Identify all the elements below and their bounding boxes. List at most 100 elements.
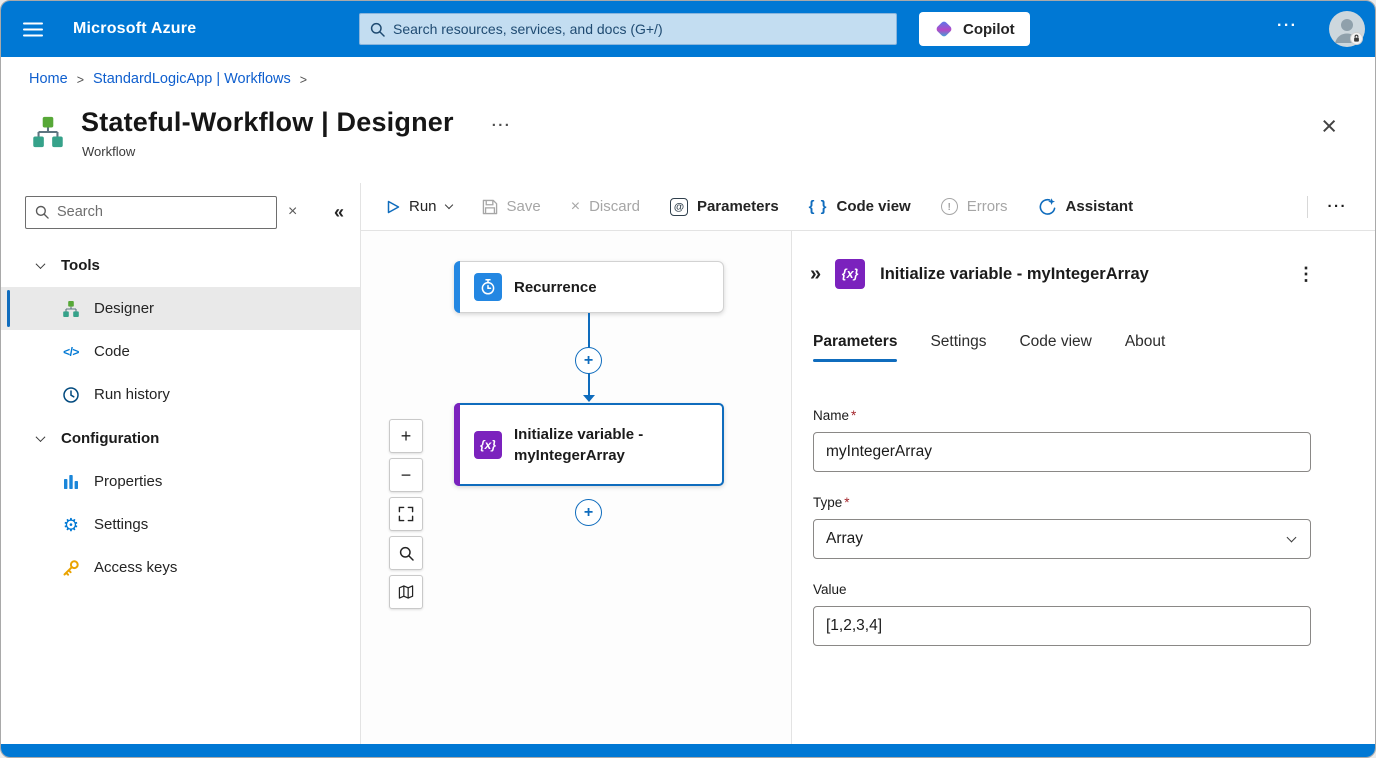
save-icon xyxy=(482,199,498,215)
copilot-icon xyxy=(934,19,954,39)
section-tools[interactable]: Tools xyxy=(1,243,360,287)
designer-canvas[interactable]: + − xyxy=(361,231,791,744)
sidebar-search-input[interactable] xyxy=(57,204,267,220)
collapse-panel-icon[interactable]: » xyxy=(810,264,821,284)
panel-menu-icon[interactable]: ⋮ xyxy=(1297,264,1315,285)
sidebar-item-label: Code xyxy=(94,343,130,360)
global-search-input[interactable] xyxy=(393,21,886,37)
main-area: × « Tools Designer </> Code xyxy=(1,183,1375,744)
add-step-button[interactable]: + xyxy=(575,499,602,526)
section-configuration[interactable]: Configuration xyxy=(1,416,360,460)
type-label: Type* xyxy=(813,495,1311,510)
copilot-label: Copilot xyxy=(963,21,1015,38)
canvas-search-button[interactable] xyxy=(389,536,423,570)
minimap-button[interactable] xyxy=(389,575,423,609)
value-input[interactable] xyxy=(813,606,1311,646)
azure-top-bar: Microsoft Azure Copilot ··· xyxy=(1,1,1375,57)
sidebar-item-designer[interactable]: Designer xyxy=(1,287,360,330)
zoom-out-button[interactable]: − xyxy=(389,458,423,492)
assistant-button[interactable]: Assistant xyxy=(1038,197,1134,216)
save-button[interactable]: Save xyxy=(482,198,541,215)
chevron-down-icon xyxy=(1287,532,1297,542)
node-accent-bar xyxy=(454,261,460,313)
type-select[interactable]: Array xyxy=(813,519,1311,559)
topbar-more-icon[interactable]: ··· xyxy=(1277,17,1297,35)
type-select-value: Array xyxy=(826,530,863,548)
sidebar-item-run-history[interactable]: Run history xyxy=(1,373,360,416)
close-icon[interactable]: × xyxy=(1321,113,1337,140)
chevron-down-icon xyxy=(36,259,46,269)
parameters-button[interactable]: @ Parameters xyxy=(670,198,779,216)
variable-icon: {x} xyxy=(835,259,865,289)
gear-icon: ⚙ xyxy=(61,516,81,534)
breadcrumb-home-link[interactable]: Home xyxy=(29,71,68,87)
required-asterisk: * xyxy=(844,495,849,510)
avatar[interactable] xyxy=(1329,11,1365,47)
title-more-icon[interactable]: ··· xyxy=(492,111,512,134)
run-button[interactable]: Run xyxy=(387,198,452,215)
sidebar-item-access-keys[interactable]: Access keys xyxy=(1,546,360,589)
action-details-panel: » {x} Initialize variable - myIntegerArr… xyxy=(791,231,1375,744)
name-field-group: Name* xyxy=(813,408,1311,472)
azure-brand[interactable]: Microsoft Azure xyxy=(73,20,196,38)
canvas-zoom-toolbar: + − xyxy=(389,419,423,614)
name-input[interactable] xyxy=(813,432,1311,472)
braces-icon: { } xyxy=(809,198,828,215)
tab-code-view[interactable]: Code view xyxy=(1019,333,1091,362)
global-search[interactable] xyxy=(359,13,897,45)
breadcrumb: Home > StandardLogicApp | Workflows > xyxy=(1,57,1375,95)
play-icon xyxy=(387,200,400,214)
sidebar: × « Tools Designer </> Code xyxy=(1,183,361,744)
parameters-at-icon: @ xyxy=(670,198,688,216)
name-label: Name* xyxy=(813,408,1311,423)
breadcrumb-app-link[interactable]: StandardLogicApp | Workflows xyxy=(93,71,291,87)
sidebar-item-label: Run history xyxy=(94,386,170,403)
fit-view-icon xyxy=(398,506,414,522)
hamburger-menu-icon[interactable] xyxy=(23,22,43,37)
tab-parameters[interactable]: Parameters xyxy=(813,333,897,362)
discard-button[interactable]: × Discard xyxy=(571,198,640,215)
insert-step-button[interactable]: + xyxy=(575,347,602,374)
panel-tabs: Parameters Settings Code view About xyxy=(813,333,1315,362)
panel-title: Initialize variable - myIntegerArray xyxy=(880,265,1149,284)
sidebar-search[interactable] xyxy=(25,196,277,229)
sidebar-item-properties[interactable]: Properties xyxy=(1,460,360,503)
node-initialize-variable[interactable]: {x} Initialize variable - myIntegerArray xyxy=(454,403,724,486)
errors-button[interactable]: ! Errors xyxy=(941,198,1008,215)
section-label: Configuration xyxy=(61,430,159,447)
clear-search-icon[interactable]: × xyxy=(288,204,297,220)
status-bar xyxy=(1,744,1375,757)
section-label: Tools xyxy=(61,257,100,274)
value-field-group: Value xyxy=(813,582,1311,646)
azure-portal-window: Microsoft Azure Copilot ··· Home > Stand… xyxy=(0,0,1376,758)
sidebar-nav: Tools Designer </> Code Run histo xyxy=(1,243,360,589)
page-subtitle: Workflow xyxy=(82,144,511,159)
sidebar-item-settings[interactable]: ⚙ Settings xyxy=(1,503,360,546)
chevron-down-icon xyxy=(444,201,452,209)
sidebar-item-code[interactable]: </> Code xyxy=(1,330,360,373)
recurrence-clock-icon xyxy=(474,273,502,301)
zoom-in-button[interactable]: + xyxy=(389,419,423,453)
search-icon xyxy=(370,22,385,37)
toolbar-divider xyxy=(1307,196,1308,218)
node-recurrence[interactable]: Recurrence xyxy=(454,261,724,313)
tab-settings[interactable]: Settings xyxy=(930,333,986,362)
collapse-sidebar-icon[interactable]: « xyxy=(334,203,344,221)
copilot-button[interactable]: Copilot xyxy=(919,12,1030,46)
variable-icon: {x} xyxy=(474,431,502,459)
sidebar-item-label: Properties xyxy=(94,473,162,490)
required-asterisk: * xyxy=(851,408,856,423)
designer-workflow-icon xyxy=(61,300,81,318)
page-title: Stateful-Workflow | Designer xyxy=(81,107,454,138)
toolbar-more-icon[interactable]: ··· xyxy=(1328,198,1348,215)
error-icon: ! xyxy=(941,198,958,215)
content-column: Run Save × Discard @ Parameters { } xyxy=(361,183,1375,744)
code-view-button[interactable]: { } Code view xyxy=(809,198,911,215)
connector-arrow xyxy=(583,395,595,402)
parameters-form: Name* Type* Array xyxy=(813,408,1311,646)
tab-about[interactable]: About xyxy=(1125,333,1166,362)
type-field-group: Type* Array xyxy=(813,495,1311,559)
breadcrumb-separator: > xyxy=(77,72,84,87)
fit-view-button[interactable] xyxy=(389,497,423,531)
code-icon: </> xyxy=(61,345,81,359)
